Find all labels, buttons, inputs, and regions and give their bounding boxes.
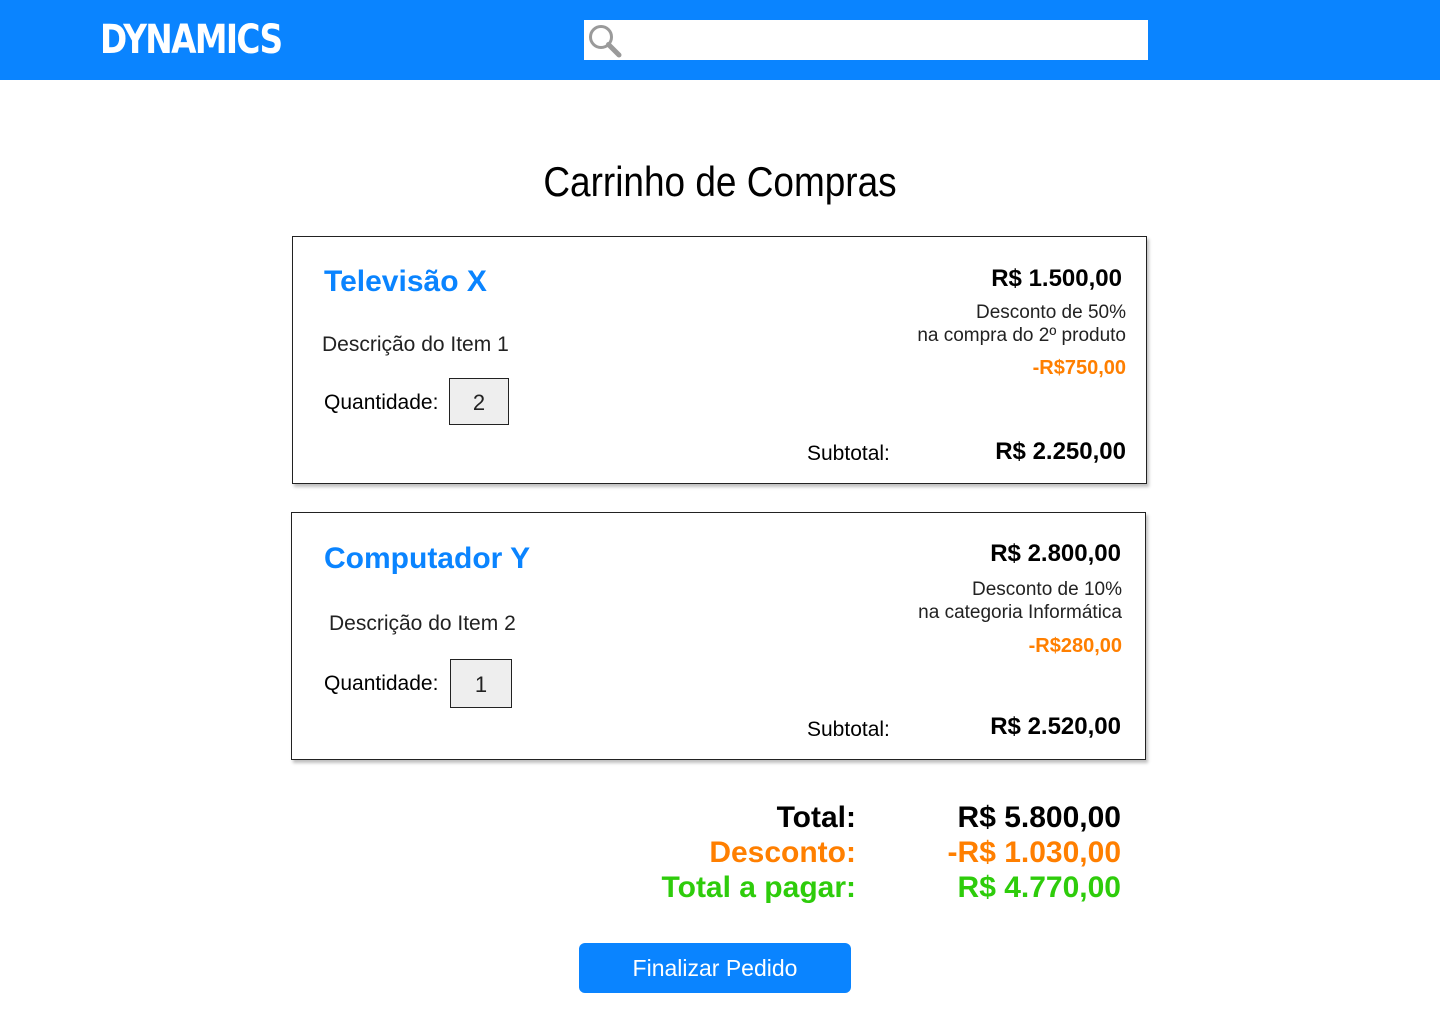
- cart-item-card: Televisão X Descrição do Item 1 Quantida…: [292, 236, 1147, 484]
- page-title: Carrinho de Compras: [543, 158, 897, 205]
- discount-description-detail: na compra do 2º produto: [917, 325, 1126, 346]
- discount-description: Desconto de 10%: [972, 579, 1122, 600]
- discount-label: Desconto:: [709, 836, 856, 869]
- total-value: R$ 5.800,00: [957, 801, 1121, 834]
- cart-item-card: Computador Y Descrição do Item 2 Quantid…: [291, 512, 1146, 760]
- logo[interactable]: DYNAMICS: [100, 14, 283, 66]
- discount-description-detail: na categoria Informática: [918, 602, 1122, 623]
- discount-amount: -R$750,00: [1032, 357, 1126, 379]
- item-description: Descrição do Item 2: [329, 612, 516, 635]
- top-navbar: DYNAMICS: [0, 0, 1440, 80]
- item-price: R$ 1.500,00: [991, 265, 1122, 292]
- quantity-label: Quantidade:: [324, 672, 439, 695]
- discount-description: Desconto de 50%: [976, 302, 1126, 323]
- search-input[interactable]: [626, 24, 1140, 58]
- finalize-order-button[interactable]: Finalizar Pedido: [579, 943, 851, 993]
- quantity-field[interactable]: 2: [449, 378, 509, 425]
- quantity-field[interactable]: 1: [450, 659, 512, 708]
- item-description: Descrição do Item 1: [322, 333, 509, 356]
- item-price: R$ 2.800,00: [990, 540, 1121, 567]
- item-name[interactable]: Computador Y: [324, 541, 530, 577]
- quantity-label: Quantidade:: [324, 391, 439, 414]
- total-to-pay-value: R$ 4.770,00: [957, 871, 1121, 904]
- total-to-pay-label: Total a pagar:: [661, 871, 856, 904]
- item-name[interactable]: Televisão X: [324, 264, 487, 300]
- discount-value: -R$ 1.030,00: [947, 836, 1121, 869]
- subtotal-label: Subtotal:: [807, 442, 890, 465]
- subtotal-value: R$ 2.250,00: [995, 438, 1126, 465]
- subtotal-value: R$ 2.520,00: [990, 713, 1121, 740]
- search-icon[interactable]: [586, 22, 622, 58]
- subtotal-label: Subtotal:: [807, 718, 890, 741]
- discount-amount: -R$280,00: [1028, 635, 1122, 657]
- total-label: Total:: [776, 801, 856, 834]
